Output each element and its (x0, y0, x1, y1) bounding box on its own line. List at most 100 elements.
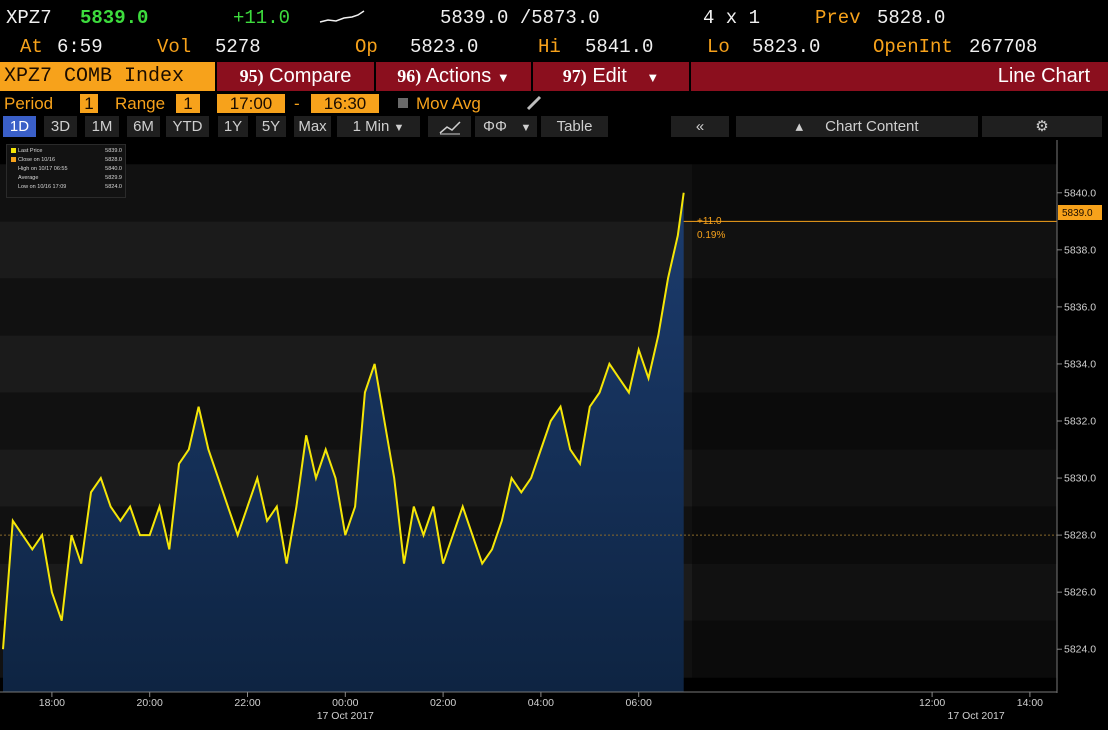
price-chart[interactable]: 5824.0 5826.0 5828.0 5830.0 5832.0 5834.0 5836… (0, 140, 1108, 730)
high-value: 5841.0 (585, 36, 654, 58)
chart-content-icon: ▴ (795, 118, 803, 135)
table-button[interactable]: Table (541, 116, 608, 137)
legend-item: Low on 10/16 17:09 5824.0 (11, 184, 122, 190)
edit-button[interactable]: 97) Edit ▼ (533, 62, 689, 91)
range-5y-button[interactable]: 5Y (256, 116, 286, 137)
chart-toolbar: 1D 3D 1M 6M YTD 1Y 5Y Max 1 Min ▼ ΦΦ ▼ T… (0, 115, 1108, 138)
range-input[interactable]: 1 (176, 94, 200, 113)
range-label: Range (115, 94, 166, 113)
open-label: Op (355, 36, 378, 58)
legend-label: High on 10/17 06:55 (18, 166, 68, 172)
legend-label: Close on 10/16 (18, 157, 55, 163)
pct-change-annotation: 0.19% (697, 230, 725, 241)
y-tick-label: 5838.0 (1064, 244, 1096, 256)
y-tick-label: 5826.0 (1064, 587, 1096, 599)
double-chevron-left-icon: « (695, 118, 705, 135)
last-price: 5839.0 (80, 7, 149, 29)
vol-label: Vol (157, 36, 192, 58)
mov-avg-label: Mov Avg (416, 94, 481, 113)
chart-content-button[interactable]: ▴ Chart Content (736, 116, 978, 137)
prev-label: Prev (815, 7, 861, 29)
range-6m-button[interactable]: 6M (127, 116, 160, 137)
range-1d-button[interactable]: 1D (3, 116, 36, 137)
compare-label: Compare (269, 65, 352, 87)
period-label: Period (4, 94, 54, 113)
y-tick-label: 5836.0 (1064, 301, 1096, 313)
candlestick-icon: ΦΦ (483, 118, 507, 135)
collapse-button[interactable]: « (671, 116, 729, 137)
openint-label: OpenInt (873, 36, 953, 58)
start-time-input[interactable]: 17:00 (217, 94, 285, 113)
chart-legend: Last Price 5839.0 Close on 10/16 5828.0 Hi… (6, 144, 126, 198)
range-max-button[interactable]: Max (294, 116, 331, 137)
legend-label: Average (18, 175, 39, 181)
at-label: At (20, 36, 43, 58)
actions-label: Actions (425, 65, 492, 87)
x-tick-label: 00:00 (332, 697, 358, 709)
legend-item: Last Price 5839.0 (11, 148, 122, 154)
legend-low-marker (11, 184, 16, 189)
x-tick-label: 04:00 (528, 697, 554, 709)
range-3d-button[interactable]: 3D (44, 116, 77, 137)
period-input[interactable]: 1 (80, 94, 98, 113)
legend-value: 5840.0 (105, 166, 122, 172)
legend-item: Average 5829.9 (11, 175, 122, 181)
range-1m-button[interactable]: 1M (85, 116, 119, 137)
pencil-icon[interactable] (524, 94, 544, 112)
edit-label: Edit (592, 65, 627, 87)
chart-content-label: Chart Content (825, 118, 919, 135)
security-field[interactable]: XPZ7 COMB Index (0, 62, 215, 91)
y-tick-label: 5832.0 (1064, 416, 1096, 428)
edit-number: 97) (562, 66, 587, 86)
legend-value: 5828.0 (105, 157, 122, 163)
at-time: 6:59 (57, 36, 103, 58)
bid-ask: 5839.0 /5873.0 (440, 7, 600, 29)
future-region (692, 140, 1057, 692)
legend-item: Close on 10/16 5828.0 (11, 157, 122, 163)
range-1y-button[interactable]: 1Y (218, 116, 248, 137)
y-tick-label: 5840.0 (1064, 187, 1096, 199)
sparkline-icon (319, 10, 365, 23)
candle-chart-type-button[interactable]: ΦΦ (475, 116, 515, 137)
range-dash: - (294, 94, 300, 113)
prev-value: 5828.0 (877, 7, 946, 29)
y-tick-label: 5830.0 (1064, 473, 1096, 485)
view-label: Line Chart (691, 62, 1108, 91)
y-tick-label: 5824.0 (1064, 644, 1096, 656)
y-tick-label: 5828.0 (1064, 530, 1096, 542)
compare-button[interactable]: 95) Compare (217, 62, 374, 91)
last-price-tag-text: 5839.0 (1062, 208, 1093, 219)
legend-swatch (11, 157, 16, 163)
x-tick-label: 12:00 (919, 697, 945, 709)
chart-type-caret-icon: ▼ (520, 122, 532, 134)
actions-button[interactable]: 96) Actions ▼ (376, 62, 531, 91)
settings-button[interactable]: ⚙ (982, 116, 1102, 137)
mov-avg-checkbox[interactable] (398, 98, 408, 108)
y-axis: 5824.0 5826.0 5828.0 5830.0 5832.0 5834.0 5836… (1057, 187, 1096, 656)
line-chart-type-button[interactable] (428, 116, 471, 137)
x-date-label: 17 Oct 2017 (948, 710, 1005, 722)
low-label: Lo (707, 36, 730, 58)
x-tick-label: 18:00 (39, 697, 65, 709)
legend-label: Low on 10/16 17:09 (18, 184, 67, 190)
low-value: 5823.0 (752, 36, 821, 58)
legend-value: 5839.0 (105, 148, 122, 154)
range-ytd-button[interactable]: YTD (166, 116, 209, 137)
x-tick-label: 20:00 (137, 697, 163, 709)
interval-select[interactable]: 1 Min ▼ (337, 116, 420, 137)
chart-type-dropdown[interactable]: ▼ (515, 116, 537, 137)
gear-icon: ⚙ (1035, 118, 1049, 135)
actions-caret-icon: ▼ (496, 70, 510, 85)
vol-value: 5278 (215, 36, 261, 58)
y-tick-label: 5834.0 (1064, 358, 1096, 370)
x-date-label: 17 Oct 2017 (317, 710, 374, 722)
open-value: 5823.0 (410, 36, 479, 58)
x-tick-label: 22:00 (234, 697, 260, 709)
legend-high-marker (11, 166, 16, 171)
legend-avg-marker (11, 175, 16, 180)
ticker-label: XPZ7 (6, 7, 52, 29)
end-time-input[interactable]: 16:30 (311, 94, 379, 113)
line-chart-icon (439, 121, 461, 135)
change-annotation: +11.0 (697, 216, 722, 227)
legend-value: 5829.9 (105, 175, 122, 181)
